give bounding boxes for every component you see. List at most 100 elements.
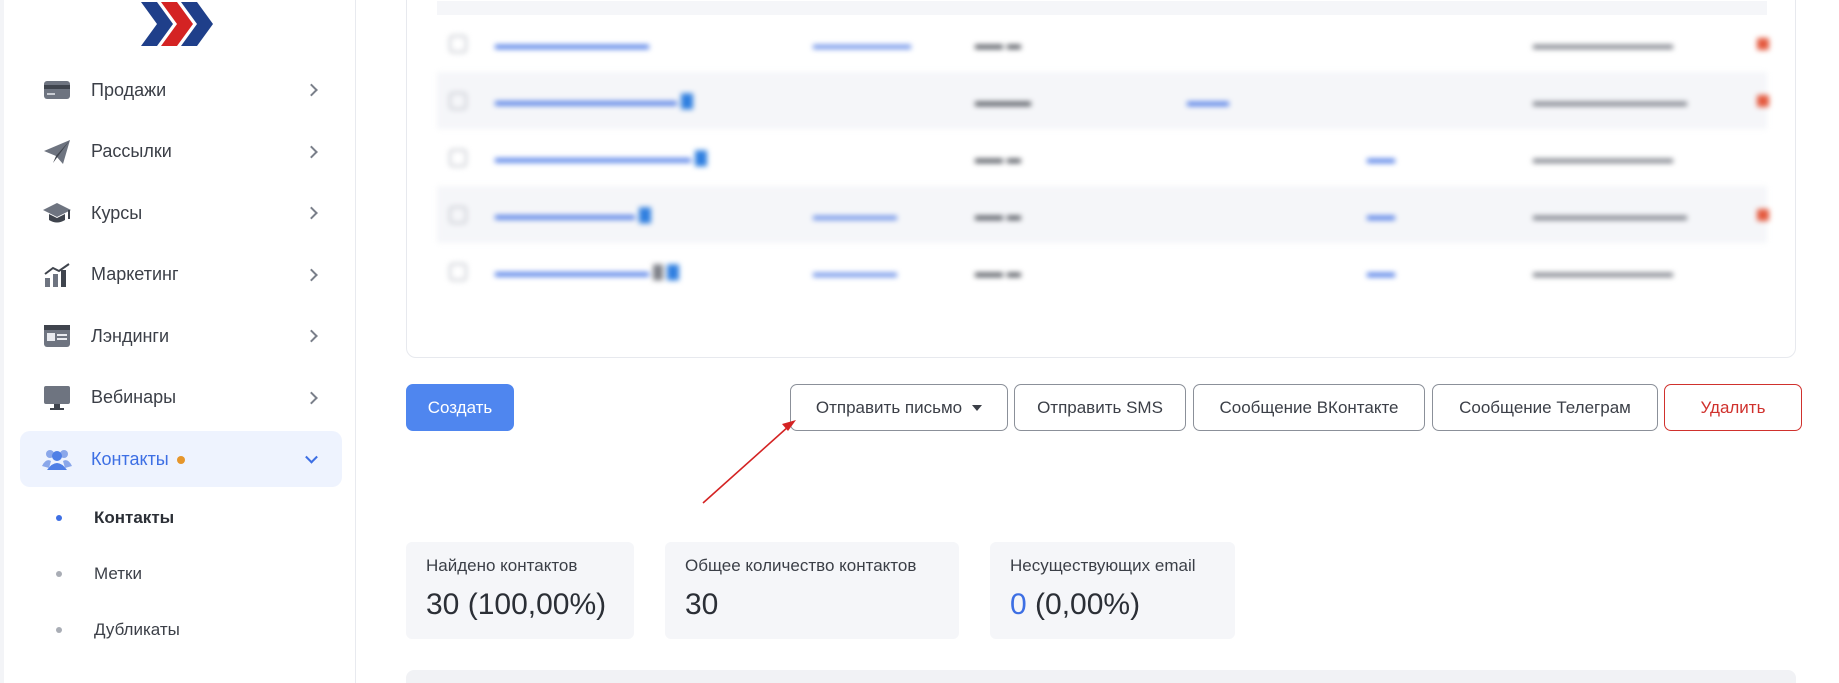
- contact-name-blurred: ▬▬ ▬: [975, 35, 1021, 52]
- users-icon: [42, 444, 72, 474]
- contact-name-blurred: ▬▬ ▬: [975, 149, 1021, 166]
- nav-item-marketing[interactable]: Маркетинг: [20, 247, 342, 303]
- chevron-right-icon: [305, 329, 318, 343]
- contact-email-blurred[interactable]: ▬▬▬▬▬▬▬▬▬▬▬▬▬▬: [495, 149, 707, 167]
- row-checkbox[interactable]: [449, 34, 467, 53]
- contact-tag-blurred[interactable]: ▬▬: [1367, 264, 1395, 280]
- subnav-item-label: Дубликаты: [94, 620, 180, 639]
- logo-chevrons-icon: [141, 2, 213, 46]
- table-row[interactable]: ▬▬▬▬▬▬▬▬▬▬ ▬▬▬▬▬▬ ▬▬ ▬ ▬▬ ▬▬▬▬▬▬▬▬▬▬▬: [437, 186, 1769, 243]
- delete-button[interactable]: Удалить: [1664, 384, 1802, 431]
- create-button[interactable]: Создать: [406, 384, 514, 431]
- invalid-count-link[interactable]: 0: [1010, 588, 1027, 621]
- contact-date-blurred: ▬▬▬▬▬▬▬▬▬▬: [1533, 149, 1673, 166]
- contact-date-blurred: ▬▬▬▬▬▬▬▬▬▬: [1533, 263, 1673, 280]
- stat-total-contacts: Общее количество контактов 30: [665, 542, 959, 639]
- table-body-blurred: ▬▬▬▬▬▬▬▬▬▬▬ ▬▬▬▬▬▬▬ ▬▬ ▬ ▬▬▬▬▬▬▬▬▬▬ ▬▬▬▬…: [437, 15, 1769, 300]
- nav-item-sales[interactable]: Продажи: [20, 62, 342, 118]
- table-row[interactable]: ▬▬▬▬▬▬▬▬▬▬▬▬▬ ▬▬▬▬ ▬▬▬ ▬▬▬▬▬▬▬▬▬▬▬: [437, 72, 1769, 129]
- stat-value: 30 (100,00%): [426, 588, 607, 621]
- bullet-icon: [56, 515, 62, 521]
- send-sms-button[interactable]: Отправить SMS: [1014, 384, 1186, 431]
- stat-value: 0 (0,00%): [1010, 588, 1215, 622]
- nav-item-label: Курсы: [91, 202, 143, 223]
- chevron-right-icon: [305, 391, 318, 404]
- table-row[interactable]: ▬▬▬▬▬▬▬▬▬▬▬ ▬▬▬▬▬▬ ▬▬ ▬ ▬▬ ▬▬▬▬▬▬▬▬▬▬: [437, 243, 1767, 300]
- contact-email-blurred[interactable]: ▬▬▬▬▬▬▬▬▬▬: [495, 206, 651, 224]
- row-checkbox[interactable]: [449, 148, 467, 167]
- nav-item-label: Рассылки: [91, 141, 172, 161]
- sidebar: Продажи Рассылки Курсы Маркетинг Лэндинг…: [0, 0, 356, 683]
- stat-value: 30: [685, 588, 719, 621]
- nav-item-landings[interactable]: Лэндинги: [20, 308, 342, 364]
- nav-item-label: Вебинары: [91, 387, 177, 407]
- row-flag-icon: [1757, 208, 1769, 221]
- contact-email-blurred[interactable]: ▬▬▬▬▬▬▬▬▬▬▬▬▬: [495, 92, 693, 110]
- stat-invalid-emails: Несуществующих email 0 (0,00%): [990, 542, 1235, 639]
- chevron-down-icon: [305, 450, 318, 464]
- graduation-cap-icon: [42, 198, 72, 228]
- contact-name-blurred: ▬▬ ▬: [975, 263, 1021, 280]
- nav-item-courses[interactable]: Курсы: [20, 185, 342, 241]
- table-header: [437, 1, 1767, 15]
- chevron-right-icon: [305, 83, 318, 97]
- chevron-right-icon: [305, 145, 318, 158]
- send-email-dropdown[interactable]: Отправить письмо: [790, 384, 1008, 431]
- nav-item-label: Контакты: [91, 449, 185, 470]
- bullet-icon: [56, 627, 62, 633]
- nav-item-label-text: Контакты: [91, 448, 169, 469]
- nav-item-label: Продажи: [91, 79, 167, 100]
- stat-label: Общее количество контактов: [685, 556, 917, 575]
- nav-item-contacts[interactable]: Контакты: [20, 431, 342, 487]
- contact-date-blurred: ▬▬▬▬▬▬▬▬▬▬▬: [1533, 206, 1687, 223]
- table-row[interactable]: ▬▬▬▬▬▬▬▬▬▬▬ ▬▬▬▬▬▬▬ ▬▬ ▬ ▬▬▬▬▬▬▬▬▬▬: [437, 15, 1769, 72]
- nav-item-label: Маркетинг: [91, 264, 179, 284]
- table-row[interactable]: ▬▬▬▬▬▬▬▬▬▬▬▬▬▬ ▬▬ ▬ ▬▬ ▬▬▬▬▬▬▬▬▬▬: [437, 129, 1767, 186]
- contact-name-blurred: ▬▬▬▬: [975, 92, 1031, 109]
- contact-tag-blurred[interactable]: ▬▬▬: [1187, 93, 1229, 109]
- contacts-subnav: Контакты Метки Дубликаты: [20, 490, 342, 683]
- growth-chart-icon: [42, 260, 72, 290]
- contact-tag-blurred[interactable]: ▬▬: [1367, 150, 1395, 166]
- annotation-arrow-icon: [702, 420, 796, 504]
- paper-plane-icon: [42, 137, 72, 167]
- telegram-message-button[interactable]: Сообщение Телеграм: [1432, 384, 1658, 431]
- chevron-right-icon: [305, 268, 318, 281]
- row-checkbox[interactable]: [449, 91, 467, 110]
- nav-item-label: Лэндинги: [91, 325, 170, 346]
- vk-message-button[interactable]: Сообщение ВКонтакте: [1193, 384, 1425, 431]
- contact-tag-blurred[interactable]: ▬▬: [1367, 207, 1395, 223]
- bullet-icon: [56, 571, 62, 577]
- subnav-item-contacts[interactable]: Контакты: [20, 490, 342, 546]
- row-checkbox[interactable]: [449, 262, 467, 281]
- card-icon: [42, 75, 72, 105]
- logo[interactable]: [139, 0, 219, 48]
- nav-item-mailings[interactable]: Рассылки: [20, 124, 342, 180]
- contact-email-blurred[interactable]: ▬▬▬▬▬▬▬▬▬▬▬: [495, 36, 649, 52]
- notification-dot: [176, 455, 185, 464]
- contact-phone-blurred: ▬▬▬▬▬▬: [813, 206, 897, 223]
- stat-label: Найдено контактов: [426, 556, 578, 575]
- main-content: ▬▬▬▬▬▬▬▬▬▬▬ ▬▬▬▬▬▬▬ ▬▬ ▬ ▬▬▬▬▬▬▬▬▬▬ ▬▬▬▬…: [356, 0, 1839, 683]
- subnav-item-duplicates[interactable]: Дубликаты: [20, 602, 342, 658]
- invalid-percent: (0,00%): [1026, 588, 1141, 621]
- contact-date-blurred: ▬▬▬▬▬▬▬▬▬▬▬: [1533, 92, 1687, 109]
- chevron-right-icon: [305, 206, 318, 220]
- stat-found-contacts: Найдено контактов 30 (100,00%): [406, 542, 634, 639]
- nav-item-webinars[interactable]: Вебинары: [20, 370, 342, 426]
- contacts-table: ▬▬▬▬▬▬▬▬▬▬▬ ▬▬▬▬▬▬▬ ▬▬ ▬ ▬▬▬▬▬▬▬▬▬▬ ▬▬▬▬…: [406, 0, 1796, 358]
- contact-phone-blurred: ▬▬▬▬▬▬▬: [813, 35, 911, 52]
- row-checkbox[interactable]: [449, 205, 467, 224]
- subnav-item-label: Метки: [94, 564, 142, 583]
- contact-phone-blurred: ▬▬▬▬▬▬: [813, 263, 897, 280]
- contact-date-blurred: ▬▬▬▬▬▬▬▬▬▬: [1533, 35, 1673, 52]
- next-section-edge: [406, 670, 1796, 683]
- contact-name-blurred: ▬▬ ▬: [975, 206, 1021, 223]
- subnav-item-partial[interactable]: [20, 658, 342, 683]
- subnav-item-label: Контакты: [94, 508, 175, 527]
- send-email-label: Отправить письмо: [815, 397, 963, 417]
- contact-email-blurred[interactable]: ▬▬▬▬▬▬▬▬▬▬▬: [495, 263, 679, 281]
- subnav-item-tags[interactable]: Метки: [20, 546, 342, 602]
- landing-page-icon: [42, 321, 72, 351]
- row-flag-icon: [1757, 37, 1769, 50]
